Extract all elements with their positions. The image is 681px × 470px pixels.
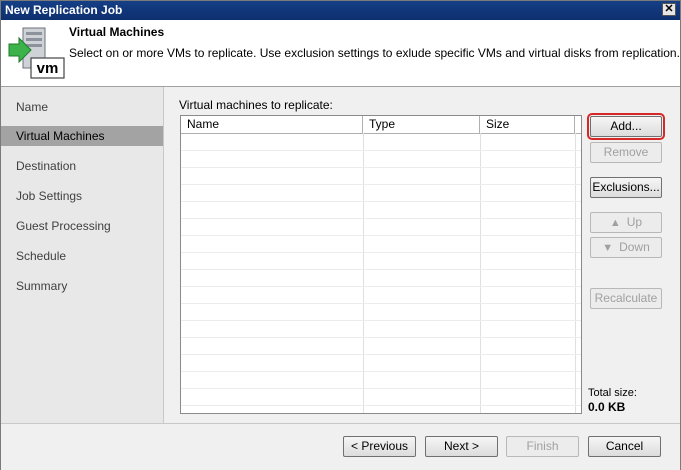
row-separator <box>181 201 581 202</box>
total-size-label: Total size: <box>588 387 637 399</box>
row-separator <box>181 286 581 287</box>
window-title: New Replication Job <box>5 3 123 17</box>
add-button[interactable]: Add... <box>587 113 665 140</box>
previous-button[interactable]: < Previous <box>343 436 416 457</box>
recalculate-button[interactable]: Recalculate <box>590 288 662 309</box>
page-title: Virtual Machines <box>69 25 165 39</box>
sidebar-item-schedule[interactable]: Schedule <box>1 246 163 266</box>
title-bar: New Replication Job ✕ <box>1 1 680 20</box>
row-separator <box>181 269 581 270</box>
row-separator <box>181 252 581 253</box>
vm-list-table[interactable]: Name Type Size <box>180 115 582 414</box>
vm-server-icon: vm <box>8 27 65 79</box>
move-down-button[interactable]: ▼ Down <box>590 237 662 258</box>
sidebar-item-destination[interactable]: Destination <box>1 156 163 176</box>
sidebar-item-summary[interactable]: Summary <box>1 276 163 296</box>
sidebar-item-job-settings[interactable]: Job Settings <box>1 186 163 206</box>
close-button[interactable]: ✕ <box>662 3 676 16</box>
column-header-name[interactable]: Name <box>181 116 363 133</box>
wizard-steps-sidebar: Name Virtual Machines Destination Job Se… <box>1 87 164 423</box>
move-up-label: Up <box>626 215 643 229</box>
row-separator <box>181 150 581 151</box>
main-content: Virtual machines to replicate: Name Type… <box>164 87 680 423</box>
column-header-type[interactable]: Type <box>363 116 480 133</box>
sidebar-item-guest-processing[interactable]: Guest Processing <box>1 216 163 236</box>
row-separator <box>181 184 581 185</box>
row-separator <box>181 388 581 389</box>
finish-button[interactable]: Finish <box>506 436 579 457</box>
table-header: Name Type Size <box>181 116 581 134</box>
row-separator <box>181 337 581 338</box>
next-button[interactable]: Next > <box>425 436 498 457</box>
vm-list-label: Virtual machines to replicate: <box>179 98 333 112</box>
page-description: Select on or more VMs to replicate. Use … <box>69 46 680 60</box>
sidebar-item-virtual-machines[interactable]: Virtual Machines <box>1 126 163 146</box>
vm-icon-text: vm <box>37 60 59 77</box>
row-separator <box>181 167 581 168</box>
row-separator <box>181 235 581 236</box>
row-separator <box>181 371 581 372</box>
arrow-up-icon: ▲ <box>609 217 621 229</box>
arrow-down-icon: ▼ <box>602 242 614 254</box>
column-header-size[interactable]: Size <box>480 116 575 133</box>
row-separator <box>181 303 581 304</box>
move-down-label: Down <box>619 240 650 254</box>
row-separator <box>181 218 581 219</box>
row-separator <box>181 405 581 406</box>
row-separator <box>181 354 581 355</box>
cancel-button[interactable]: Cancel <box>588 436 661 457</box>
wizard-header: vm Virtual Machines Select on or more VM… <box>1 20 680 87</box>
row-separator <box>181 320 581 321</box>
exclusions-button[interactable]: Exclusions... <box>590 177 662 198</box>
remove-button[interactable]: Remove <box>590 142 662 163</box>
total-size-value: 0.0 KB <box>588 400 626 414</box>
new-replication-job-window: New Replication Job ✕ vm Virtual Machine… <box>0 0 681 470</box>
move-up-button[interactable]: ▲ Up <box>590 212 662 233</box>
wizard-footer: < Previous Next > Finish Cancel <box>1 423 680 470</box>
sidebar-item-name[interactable]: Name <box>1 97 163 117</box>
